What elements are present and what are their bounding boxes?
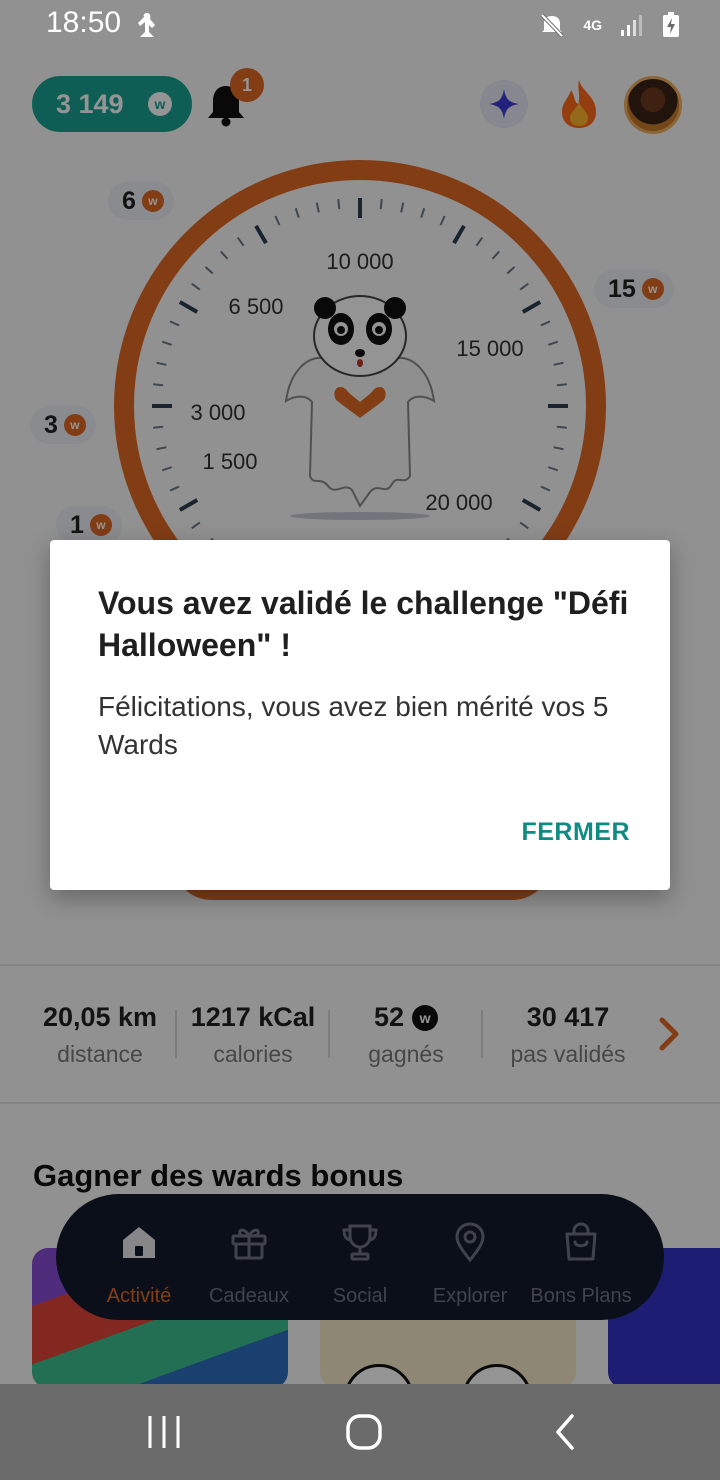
system-navigation-bar: [0, 1384, 720, 1480]
mute-icon: [540, 13, 564, 38]
recent-apps-icon[interactable]: [146, 1412, 182, 1452]
dialog-title: Vous avez validé le challenge "Défi Hall…: [98, 585, 629, 663]
signal-icon: [621, 15, 642, 36]
notification-app-icon: [138, 13, 155, 37]
battery-charging-icon: [663, 12, 679, 37]
back-icon[interactable]: [550, 1412, 580, 1452]
status-icons: 4G: [539, 12, 680, 38]
close-button[interactable]: FERMER: [521, 818, 630, 847]
network-type-label: 4G: [583, 17, 602, 33]
status-bar: 18:50 4G: [0, 0, 720, 50]
status-time: 18:50: [46, 6, 122, 39]
dialog-message: Félicitations, vous avez bien mérité vos…: [98, 691, 609, 760]
challenge-completed-dialog: Vous avez validé le challenge "Défi Hall…: [50, 540, 670, 890]
home-button-icon[interactable]: [344, 1412, 384, 1452]
